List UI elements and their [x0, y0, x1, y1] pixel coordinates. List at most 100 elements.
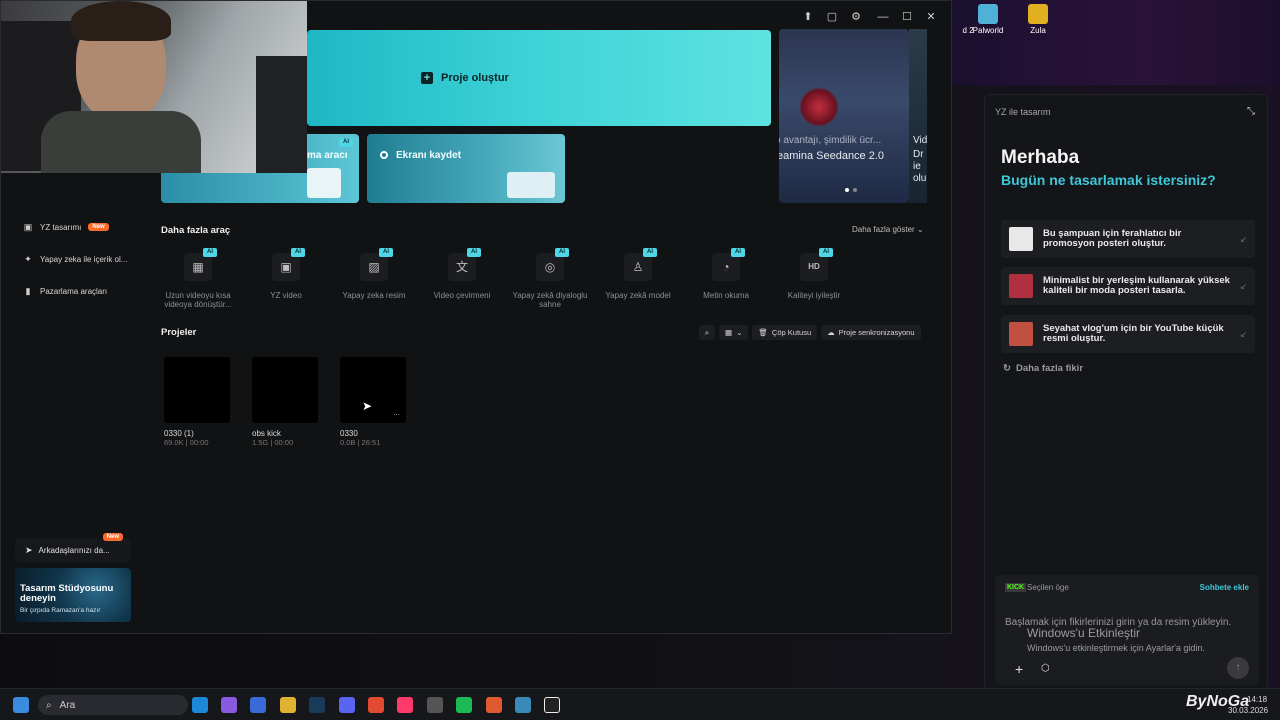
greeting-question: Bugün ne tasarlamak istersiniz? — [1001, 172, 1216, 188]
send-arrow-icon[interactable]: ↑ — [1227, 657, 1249, 679]
copilot-icon[interactable] — [221, 697, 237, 713]
desktop-icon-palworld[interactable]: Palworld — [964, 4, 1012, 35]
tool-long-to-short[interactable]: ▦ AI Uzun videoyu kısa videoya dönüştür..… — [156, 248, 240, 309]
search-icon: ⌕ — [46, 699, 52, 711]
project-card[interactable]: obs kick 1.5G | 00:00 — [252, 357, 318, 447]
discord-icon[interactable] — [339, 697, 355, 713]
suggestion-thumbnail — [1009, 322, 1033, 346]
screen-record-card[interactable]: Ekranı kaydet — [367, 134, 565, 203]
tool-label: Yapay zekâ diyaloglu sahne — [512, 291, 588, 309]
chrome-icon[interactable] — [368, 697, 384, 713]
tool-video-translator[interactable]: 文 AI Video çevirmeni — [420, 248, 504, 300]
collapse-icon[interactable]: ⤡ — [1247, 106, 1255, 117]
obs-icon[interactable] — [427, 697, 443, 713]
maximize-button[interactable]: ☐ — [900, 10, 914, 24]
video-icon: ▣ AI — [272, 248, 305, 281]
next-banner-peek[interactable]: Vid Dr ie olu — [909, 29, 927, 203]
tool-label: Metin okuma — [703, 291, 749, 300]
create-project-banner[interactable] — [307, 30, 771, 126]
browser-icon[interactable] — [486, 697, 502, 713]
sidebar-item-marketing[interactable]: ▮ Pazarlama araçları — [23, 284, 108, 298]
chevron-down-icon: ⌄ — [736, 328, 743, 337]
palworld-icon — [978, 4, 998, 24]
send-icon: ➤ — [25, 544, 33, 555]
tool-text-to-speech[interactable]: ◔ AI Metin okuma — [684, 248, 768, 300]
close-button[interactable]: ✕ — [924, 10, 938, 24]
photos-icon[interactable] — [515, 697, 531, 713]
spotify-icon[interactable] — [456, 697, 472, 713]
watermark-title: Windows'u Etkinleştir — [1027, 626, 1140, 640]
minimize-button[interactable]: — — [876, 10, 890, 24]
tool-glyph: ♙ — [632, 260, 644, 274]
sidebar-item-ai-content[interactable]: ✦ Yapay zeka ile içerik ol... — [23, 252, 127, 266]
ai-badge: AI — [731, 248, 745, 257]
project-card[interactable]: 0330 (1) 69.0K | 00:00 — [164, 357, 230, 447]
tool-label: Uzun videoyu kısa videoya dönüştür... — [164, 291, 232, 309]
clock-date[interactable]: 30.03.2026 — [1228, 706, 1268, 715]
tool-ai-image[interactable]: ▨ AI Yapay zeka resim — [332, 248, 416, 300]
project-sync-button[interactable]: ☁ Proje senkronizasyonu — [821, 325, 921, 340]
tool-label: Yapay zekâ model — [605, 291, 671, 300]
dialogue-icon: ◎ AI — [536, 248, 569, 281]
steam-icon[interactable] — [309, 697, 325, 713]
tiktok-icon[interactable] — [397, 697, 413, 713]
more-ideas-button[interactable]: ↻ Daha fazla fikir — [1003, 363, 1083, 374]
record-icon — [380, 151, 388, 159]
capcut-icon[interactable] — [544, 697, 560, 713]
model-icon: ♙ AI — [624, 248, 657, 281]
suggestion-chip[interactable]: Seyahat vlog'um için bir YouTube küçük r… — [1001, 315, 1255, 353]
create-project-button[interactable]: + Proje oluştur — [421, 71, 509, 85]
search-icon[interactable]: ⌕ — [699, 325, 715, 340]
design-studio-promo[interactable]: Tasarım Stüdyosunu deneyin Bir çırpıda R… — [15, 568, 131, 622]
tool-enhance-quality[interactable]: HD AI Kaliteyi iyileştir — [772, 248, 856, 300]
folder-icon[interactable] — [280, 697, 296, 713]
add-to-chat-button[interactable]: Sohbete ekle — [1200, 583, 1249, 592]
new-badge: New — [88, 223, 109, 231]
store-icon[interactable] — [250, 697, 266, 713]
carousel-dot[interactable] — [845, 188, 849, 192]
tool-label: YZ video — [270, 291, 302, 300]
carousel-dot[interactable] — [853, 188, 857, 192]
tool-ai-model[interactable]: ♙ AI Yapay zekâ model — [596, 248, 680, 300]
suggestion-text: Minimalist bir yerleşim kullanarak yükse… — [1043, 274, 1230, 296]
tool-dialogue-scene[interactable]: ◎ AI Yapay zekâ diyaloglu sahne — [508, 248, 592, 309]
taskbar-search[interactable]: ⌕ Ara — [38, 695, 188, 715]
project-thumbnail[interactable] — [164, 357, 230, 423]
project-name: 0330 (1) — [164, 429, 194, 438]
sparkle-icon: ✦ — [24, 254, 32, 264]
feedback-icon[interactable]: ▢ — [825, 10, 839, 24]
invite-friends-button[interactable]: ➤ Arkadaşlarınızı da... New — [15, 533, 131, 562]
ai-badge: AI — [379, 248, 393, 257]
settings-gear-icon[interactable]: ⚙ — [849, 10, 863, 24]
project-thumbnail[interactable] — [252, 357, 318, 423]
upload-icon[interactable]: ⬆ — [801, 10, 815, 24]
edge-icon[interactable] — [192, 697, 208, 713]
clock-time[interactable]: 14:18 — [1247, 695, 1267, 704]
tool-glyph: HD — [808, 262, 820, 271]
tool-glyph: ▣ — [280, 260, 292, 274]
invite-label: Arkadaşlarınızı da... — [38, 545, 110, 555]
view-toggle-button[interactable]: ▦ ⌄ — [719, 325, 749, 340]
seedance-promo-banner[interactable]: o avantajı, şimdilik ücr... eamina Seeda… — [779, 29, 909, 203]
project-thumbnail[interactable]: ... ➤ — [340, 357, 406, 423]
banner-title: eamina Seedance 2.0 — [779, 150, 885, 162]
desktop-icon-zula[interactable]: Zula — [1014, 4, 1062, 35]
windows-start-icon[interactable] — [13, 697, 29, 713]
ai-badge: AI — [339, 138, 353, 147]
promo-title: Tasarım Stüdyosunu deneyin — [20, 583, 114, 604]
capcut-window: ⬆ ▢ ⚙ — ☐ ✕ ▣ YZ tasarımı New ✦ Yapay ze… — [0, 0, 952, 634]
tool-ai-video[interactable]: ▣ AI YZ video — [244, 248, 328, 300]
more-options-icon[interactable]: ... — [393, 408, 400, 417]
desktop-icon-label: Palworld — [972, 26, 1004, 35]
suggestion-chip[interactable]: Bu şampuan için ferahlatıcı bir promosyo… — [1001, 220, 1255, 258]
show-more-link[interactable]: Daha fazla göster ⌄ — [852, 225, 924, 234]
project-card[interactable]: ... ➤ 0330 0.0B | 26:51 — [340, 357, 406, 447]
windows-activation-watermark: Windows'u Etkinleştir Windows'u etkinleş… — [1027, 626, 1205, 653]
suggestion-chip[interactable]: Minimalist bir yerleşim kullanarak yükse… — [1001, 267, 1255, 305]
sync-label: Proje senkronizasyonu — [838, 328, 915, 337]
cube-icon[interactable]: ⬡ — [1041, 663, 1050, 674]
sidebar-item-ai-design[interactable]: ▣ YZ tasarımı New — [23, 220, 109, 234]
add-icon[interactable]: + — [1015, 661, 1023, 677]
ai-badge: AI — [203, 248, 217, 257]
trash-button[interactable]: 🗑 Çöp Kutusu — [752, 325, 818, 340]
